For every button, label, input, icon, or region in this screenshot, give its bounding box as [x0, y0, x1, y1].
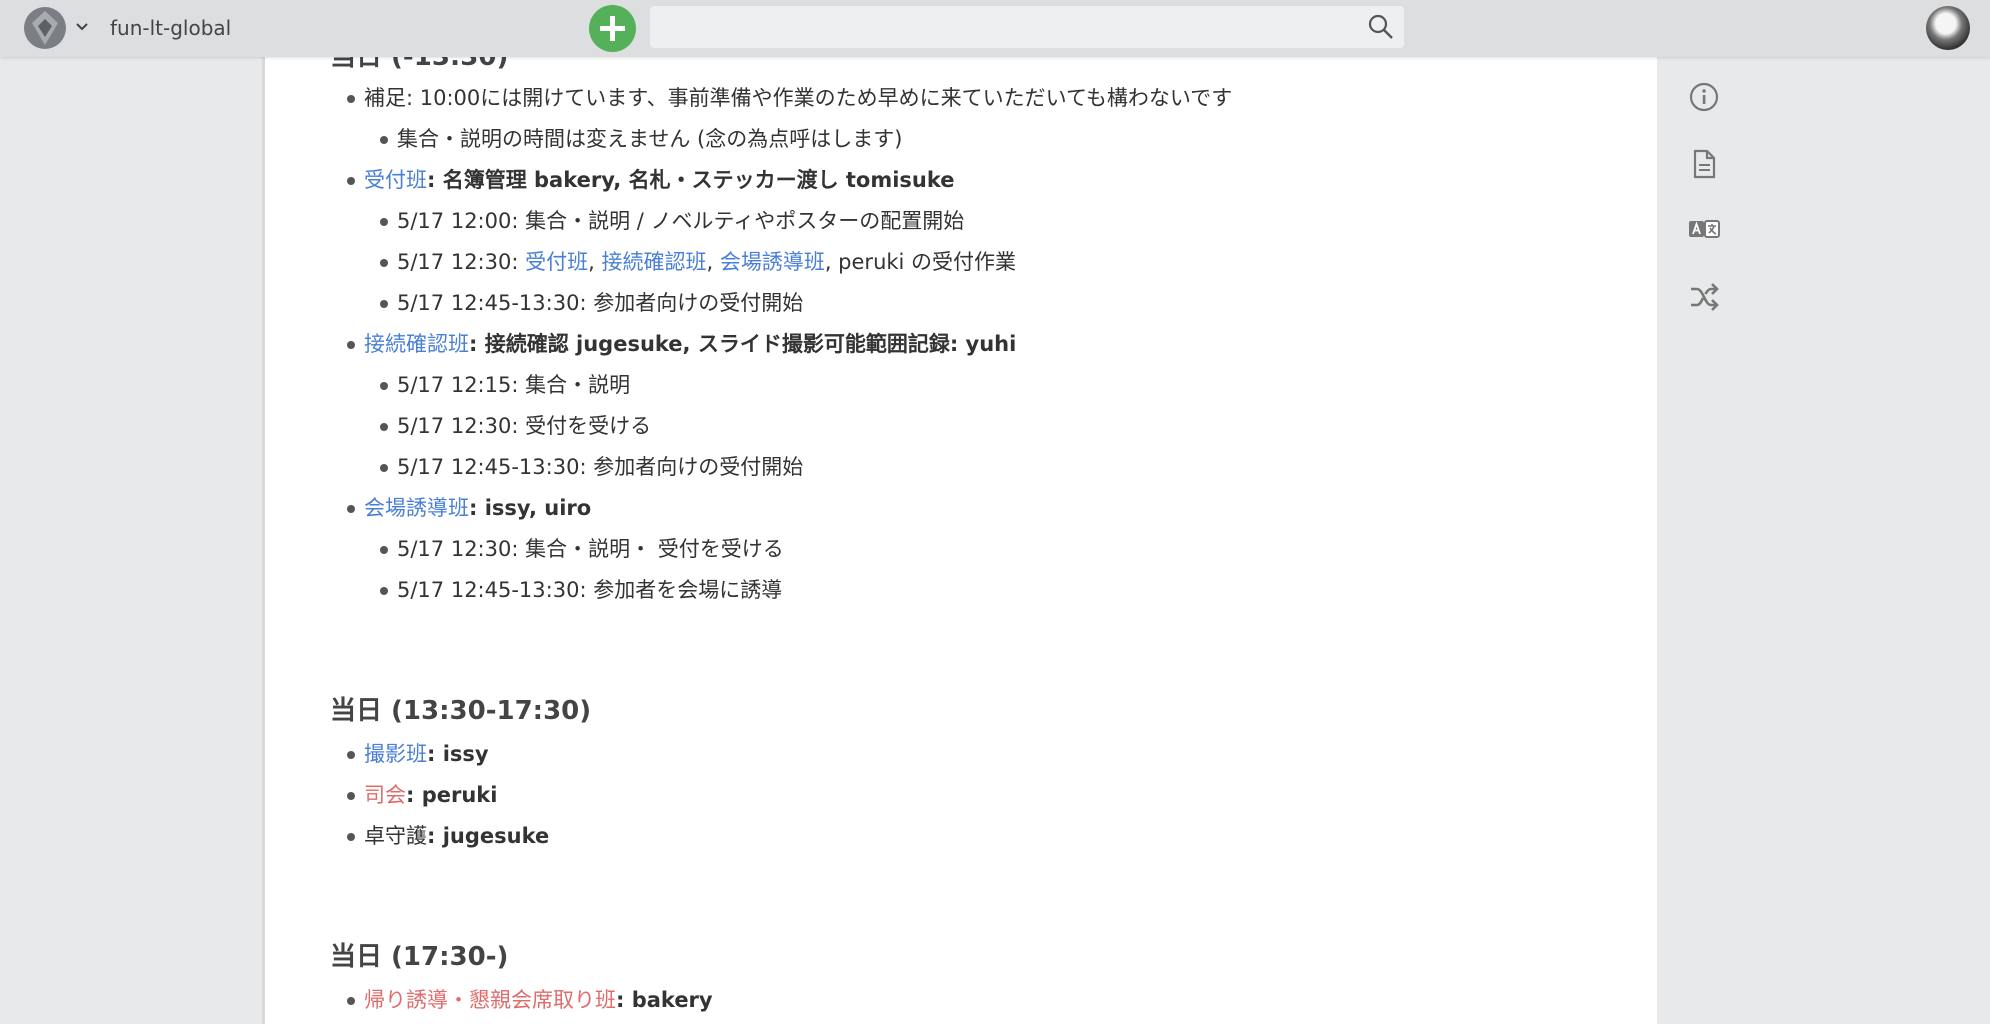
list-item-text: : issy: [427, 742, 489, 766]
separator: ,: [588, 250, 602, 274]
page-link[interactable]: 受付班: [525, 250, 588, 274]
bullet: [347, 341, 355, 349]
page-link[interactable]: 撮影班: [364, 742, 427, 766]
list-item: 集合・説明の時間は変えません (念の為点呼はします): [397, 127, 903, 151]
chevron-down-icon[interactable]: [74, 15, 90, 39]
list-item-text: : issy, uiro: [469, 496, 592, 520]
bullet: [380, 546, 388, 554]
list-item-text: 卓守護: [364, 824, 427, 848]
list-item: 受付班: 名簿管理 bakery, 名札・ステッカー渡し tomisuke: [364, 160, 955, 201]
list-item: 5/17 12:30: 集合・説明・ 受付を受ける: [397, 537, 784, 561]
bullet: [380, 259, 388, 267]
list-item: 5/17 12:45-13:30: 参加者向けの受付開始: [397, 291, 804, 315]
list-item: 5/17 12:45-13:30: 参加者を会場に誘導: [397, 578, 783, 602]
list-item-text: : bakery: [616, 988, 713, 1012]
bullet: [380, 587, 388, 595]
separator: ,: [706, 250, 720, 274]
list-item: 会場誘導班: issy, uiro: [364, 488, 591, 529]
page-content: 当日 (-13:30) 補足: 10:00には開けています、事前準備や作業のため…: [330, 0, 1630, 1024]
list-item-text: 5/17 12:30:: [397, 250, 526, 274]
info-icon[interactable]: [1688, 81, 1720, 113]
bullet: [347, 751, 355, 759]
bullet: [380, 218, 388, 226]
bullet: [347, 833, 355, 841]
list-item-text: : peruki: [406, 783, 498, 807]
list-item: 補足: 10:00には開けています、事前準備や作業のため早めに来ていただいても構…: [364, 86, 1233, 110]
app-logo-icon[interactable]: [22, 5, 68, 51]
list-item: 5/17 12:15: 集合・説明: [397, 373, 631, 397]
user-avatar[interactable]: [1926, 6, 1970, 50]
list-item: 撮影班: issy: [364, 734, 489, 775]
page-link-empty[interactable]: 帰り誘導・懇親会席取り班: [364, 988, 616, 1012]
top-bar: fun-lt-global: [0, 0, 1990, 57]
page-link[interactable]: 接続確認班: [601, 250, 706, 274]
list-item: 5/17 12:45-13:30: 参加者向けの受付開始: [397, 455, 804, 479]
search-icon[interactable]: [1366, 12, 1396, 42]
page-link-empty[interactable]: 司会: [364, 783, 406, 807]
list-item: 卓守護: jugesuke: [364, 816, 549, 857]
page-link[interactable]: 受付班: [364, 168, 427, 192]
translate-icon[interactable]: [1688, 214, 1720, 246]
bullet: [347, 792, 355, 800]
list-item-text: , peruki の受付作業: [824, 250, 1017, 274]
plus-icon: [600, 16, 625, 41]
bullet: [347, 95, 355, 103]
list-item: 5/17 12:30: 受付班, 接続確認班, 会場誘導班, peruki の受…: [397, 242, 1016, 283]
list-item: 5/17 12:00: 集合・説明 / ノベルティやポスターの配置開始: [397, 209, 965, 233]
bullet: [380, 136, 388, 144]
project-name[interactable]: fun-lt-global: [110, 14, 231, 42]
page-link[interactable]: 接続確認班: [364, 332, 469, 356]
search-input[interactable]: [650, 6, 1404, 48]
bullet: [380, 423, 388, 431]
list-item-text: : 名簿管理 bakery, 名札・ステッカー渡し tomisuke: [427, 168, 955, 192]
section-heading: 当日 (13:30-17:30): [330, 696, 592, 726]
page-body: 当日 (-13:30) 補足: 10:00には開けています、事前準備や作業のため…: [262, 0, 1657, 1024]
list-item: 接続確認班: 接続確認 jugesuke, スライド撮影可能範囲記録: yuhi: [364, 324, 1016, 365]
section-heading: 当日 (17:30-): [330, 942, 509, 972]
bullet: [380, 382, 388, 390]
page-link[interactable]: 会場誘導班: [720, 250, 825, 274]
bullet: [347, 505, 355, 513]
list-item-text: : 接続確認 jugesuke, スライド撮影可能範囲記録: yuhi: [469, 332, 1017, 356]
page-link[interactable]: 会場誘導班: [364, 496, 469, 520]
list-item: 司会: peruki: [364, 775, 497, 816]
shuffle-icon[interactable]: [1688, 281, 1720, 313]
bullet: [380, 300, 388, 308]
list-item: 5/17 12:30: 受付を受ける: [397, 414, 652, 438]
bullet: [380, 464, 388, 472]
bullet: [347, 177, 355, 185]
new-page-button[interactable]: [589, 5, 636, 52]
document-icon[interactable]: [1688, 148, 1720, 180]
list-item-text: : jugesuke: [427, 824, 550, 848]
bullet: [347, 997, 355, 1005]
list-item: 帰り誘導・懇親会席取り班: bakery: [364, 980, 713, 1021]
